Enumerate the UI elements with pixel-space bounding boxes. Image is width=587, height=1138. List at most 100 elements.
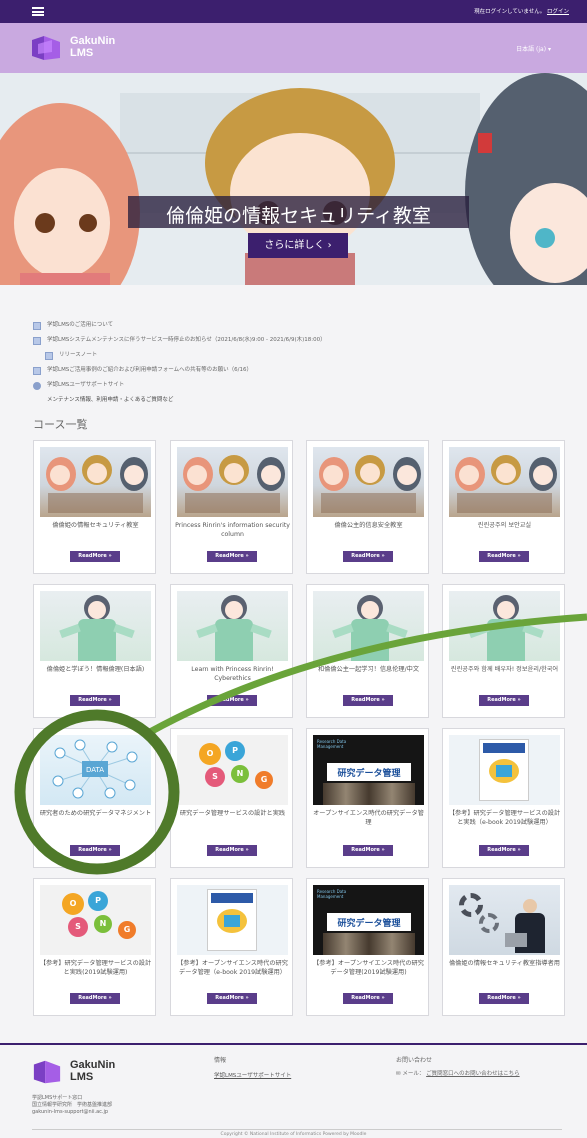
readmore-button[interactable]: ReadMore » [479,551,529,562]
letter-bubble: P [225,741,245,761]
page-icon [45,352,53,360]
course-title[interactable]: 【参考】オープンサイエンス時代の研究データ管理（e-book 2019試験運用） [175,959,290,977]
course-card[interactable]: 和倫倫公主一起学习！信息伦理/中文 ReadMore » [306,584,429,718]
readmore-button[interactable]: ReadMore » [70,993,120,1004]
course-thumbnail [177,591,288,661]
hero-title: 倫倫姫の情報セキュリティ教室 [166,205,431,227]
letter-bubble: O [199,743,221,765]
readmore-button[interactable]: ReadMore » [343,695,393,706]
course-title[interactable]: 倫倫姫の情報セキュリティ教室指導者用 [447,959,562,968]
course-card[interactable]: 린린공주의 보안교실 ReadMore » [442,440,565,574]
course-card[interactable]: 【参考】オープンサイエンス時代の研究データ管理（e-book 2019試験運用）… [170,878,293,1016]
data-label: DATA [86,766,104,774]
mail-icon: ✉ メール： [396,1071,425,1077]
course-title[interactable]: 【参考】オープンサイエンス時代の研究データ管理(2019試験運用) [311,959,426,977]
support-site-link[interactable]: 学認LMSユーザサポートサイト [214,1071,291,1079]
course-title[interactable]: オープンサイエンス時代の研究データ管理 [311,809,426,827]
course-title[interactable]: 倫倫姫と学ぼう！情報倫理(日本語) [38,665,153,674]
data-network-illustration: DATA [52,739,138,799]
login-link[interactable]: ログイン [547,9,569,15]
readmore-button[interactable]: ReadMore » [70,845,120,856]
course-card[interactable]: DATA 研究者のための研究データマネジメント ReadMore » [33,728,156,868]
course-thumbnail [40,447,151,517]
letter-bubble: S [68,917,88,937]
letter-bubble: N [94,915,112,933]
readmore-button[interactable]: ReadMore » [207,551,257,562]
course-card[interactable]: Learn with Princess Rinrin! Cyberethics R… [170,584,293,718]
contact-link[interactable]: ご質問窓口へのお問い合わせはこちら [426,1071,520,1077]
letter-bubble: P [88,891,108,911]
readmore-button[interactable]: ReadMore » [207,695,257,706]
readmore-button[interactable]: ReadMore » [70,551,120,562]
support-email[interactable]: gakunin-lms-support@nii.ac.jp [32,1109,112,1116]
course-thumbnail [313,447,424,517]
site-header: GakuNin LMS 日本語 (ja) ▾ [0,23,587,73]
learn-more-button[interactable]: さらに詳しく › [248,233,348,258]
letter-bubble: O [62,893,84,915]
course-title[interactable]: 【参考】研究データ管理サービスの設計と実践(2019試験運用) [38,959,153,977]
footer-contact-heading: お問い合わせ [396,1057,433,1064]
readmore-button[interactable]: ReadMore » [343,551,393,562]
readmore-button[interactable]: ReadMore » [343,845,393,856]
course-thumbnail [449,885,560,955]
page-icon [33,337,41,345]
course-title[interactable]: Princess Rinrin's information security c… [175,521,290,539]
login-status: 現在ログインしていません。 ログイン [474,7,569,15]
menu-icon[interactable] [32,7,44,16]
notice-item[interactable]: 学認LMSシステムメンテナンスに伴うサービス一時停止のお知らせ（2021/6/8… [33,333,563,348]
letter-bubble: S [205,767,225,787]
readmore-button[interactable]: ReadMore » [70,695,120,706]
letter-bubble: G [255,771,273,789]
readmore-button[interactable]: ReadMore » [343,993,393,1004]
readmore-button[interactable]: ReadMore » [479,845,529,856]
footer-org: 学認LMSサポート窓口 国立情報学研究所 学術基盤推進部 gakunin-lms… [32,1095,113,1116]
course-card[interactable]: 倫倫姫の情報セキュリティ教室指導者用 ReadMore » [442,878,565,1016]
course-thumbnail [449,735,560,805]
login-message: 現在ログインしていません。 [474,9,546,15]
readmore-button[interactable]: ReadMore » [207,993,257,1004]
language-selector[interactable]: 日本語 (ja) ▾ [516,44,551,53]
logo-line2: LMS [70,47,94,59]
course-title[interactable]: Learn with Princess Rinrin! Cyberethics [175,665,290,683]
course-title[interactable]: 린린공주와 함께 배우자! 정보윤리/한국어 [447,665,562,674]
course-card[interactable]: 倫倫公主的信息安全教室 ReadMore » [306,440,429,574]
hero-banner: 倫倫姫の情報セキュリティ教室 さらに詳しく › [0,73,587,285]
course-title[interactable]: 和倫倫公主一起学习！信息伦理/中文 [311,665,426,674]
course-thumbnail: Research Data Management 研究データ管理 [313,885,424,955]
page-icon [33,367,41,375]
footer-contact: ✉ メール： ご質問窓口へのお問い合わせはこちら [396,1071,520,1078]
readmore-button[interactable]: ReadMore » [207,845,257,856]
course-card[interactable]: 린린공주와 함께 배우자! 정보윤리/한국어 ReadMore » [442,584,565,718]
notice-item[interactable]: 学認LMSのご活用について [33,318,563,333]
course-thumbnail [177,447,288,517]
course-card[interactable]: O P S N G 研究データ管理サービスの設計と実践 ReadMore » [170,728,293,868]
notice-item[interactable]: 学認LMSご活用事例のご紹介および利用申請フォームへの共有等のお願い（6/16） [33,363,563,378]
course-title[interactable]: 研究データ管理サービスの設計と実践 [175,809,290,818]
footer-info-heading: 情報 [214,1057,227,1064]
page-icon [33,322,41,330]
site-name[interactable]: GakuNin LMS [70,35,115,59]
notice-item[interactable]: 学認LMSユーザサポートサイト [33,378,563,393]
gakunin-logo-icon[interactable] [30,32,62,64]
readmore-button[interactable]: ReadMore » [479,695,529,706]
course-title[interactable]: 린린공주의 보안교실 [447,521,562,530]
course-card[interactable]: Research Data Management 研究データ管理 オープンサイエンス… [306,728,429,868]
course-card[interactable]: O P S N G 【参考】研究データ管理サービスの設計と実践(2019試験運用) Read… [33,878,156,1016]
course-card[interactable]: Research Data Management 研究データ管理【参考】オープンサ… [306,878,429,1016]
course-thumbnail [313,591,424,661]
course-card[interactable]: 【参考】研究データ管理サービスの設計と実践（e-book 2019試験運用） Re… [442,728,565,868]
footer-divider [32,1129,562,1130]
footer-logo-icon [33,1060,61,1084]
course-card[interactable]: Princess Rinrin's information security c… [170,440,293,574]
course-thumbnail: OPSNG [40,885,151,955]
course-title[interactable]: 倫倫姫の情報セキュリティ教室 [38,521,153,530]
course-title[interactable]: 研究者のための研究データマネジメント [38,809,153,818]
course-card[interactable]: 倫倫姫と学ぼう！情報倫理(日本語) ReadMore » [33,584,156,718]
course-title[interactable]: 倫倫公主的信息安全教室 [311,521,426,530]
thumb-caption: 研究データ管理 [337,919,401,929]
top-navbar: 現在ログインしていません。 ログイン [0,0,587,23]
notice-item[interactable]: リリースノート [33,348,563,363]
course-title[interactable]: 【参考】研究データ管理サービスの設計と実践（e-book 2019試験運用） [447,809,562,827]
readmore-button[interactable]: ReadMore » [479,993,529,1004]
course-card[interactable]: 倫倫姫の情報セキュリティ教室 ReadMore » [33,440,156,574]
